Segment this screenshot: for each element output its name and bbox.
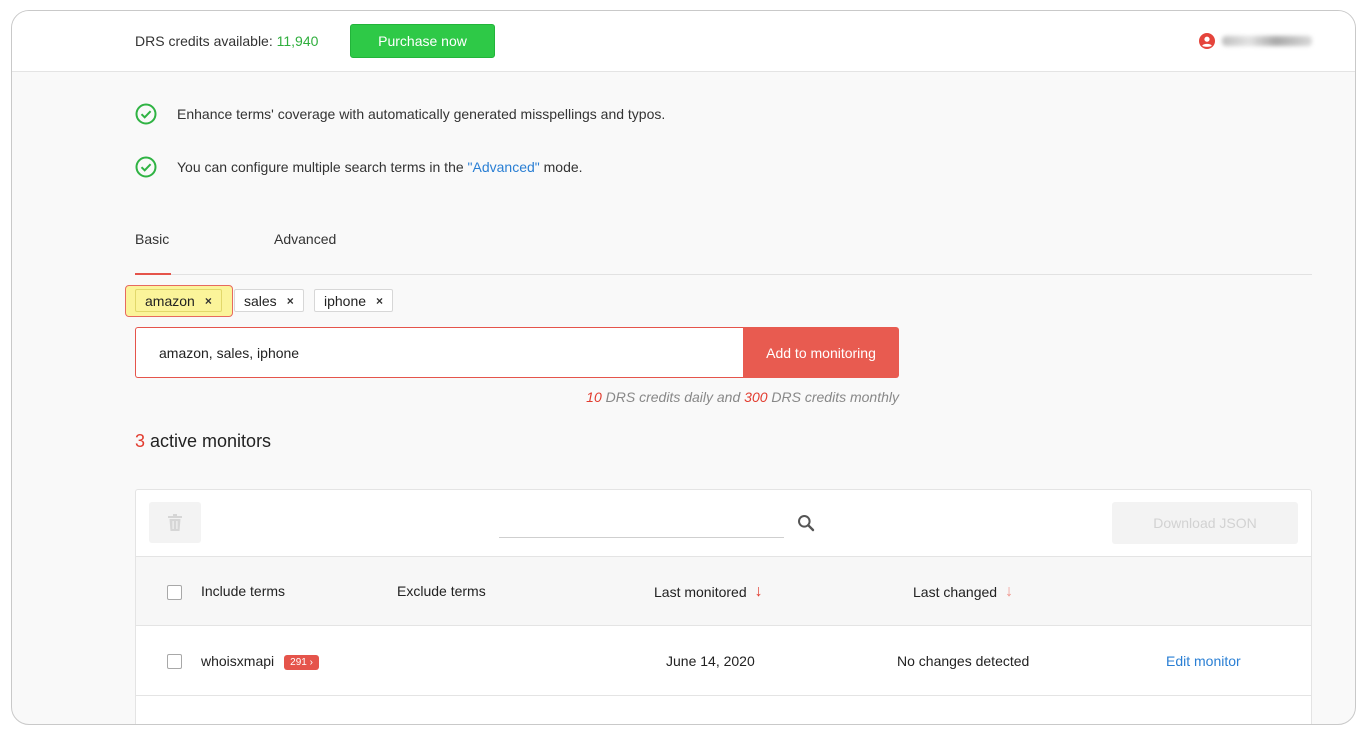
add-to-monitoring-button[interactable]: Add to monitoring — [743, 327, 899, 378]
tab-basic[interactable]: Basic — [135, 231, 171, 275]
row-checkbox[interactable] — [167, 654, 182, 669]
download-json-button[interactable]: Download JSON — [1112, 502, 1298, 544]
user-circle-icon[interactable] — [1199, 33, 1215, 49]
last-changed-cell: No changes detected — [897, 653, 1030, 669]
sort-desc-icon[interactable]: ↓ — [1005, 583, 1013, 601]
monitor-search-input[interactable] — [499, 508, 784, 538]
delete-button[interactable] — [149, 502, 201, 543]
term-chip-sales: sales × — [234, 289, 304, 312]
monitors-table: Download JSON Include terms Exclude term… — [135, 489, 1312, 724]
remove-chip-icon[interactable]: × — [287, 294, 294, 308]
check-circle-icon — [135, 156, 157, 178]
search-terms-input[interactable] — [135, 327, 745, 378]
remove-chip-icon[interactable]: × — [376, 294, 383, 308]
column-exclude-terms: Exclude terms — [397, 583, 486, 599]
edit-monitor-link[interactable]: Edit monitor — [1166, 653, 1241, 669]
credits-value: 11,940 — [276, 33, 319, 49]
term-count-badge[interactable]: 291 › — [284, 655, 319, 670]
include-terms-cell: whoisxmapi 291 › — [201, 653, 319, 670]
table-toolbar: Download JSON — [136, 490, 1311, 557]
trash-icon — [168, 513, 182, 531]
mode-tabs: Basic Advanced — [135, 231, 1312, 275]
active-monitors-heading: 3 active monitors — [135, 431, 272, 451]
column-include-terms: Include terms — [201, 583, 286, 599]
column-last-changed[interactable]: Last changed ↓ — [913, 583, 1013, 601]
chevron-right-icon: › — [309, 657, 313, 668]
purchase-button[interactable]: Purchase now — [350, 24, 495, 58]
term-chip-amazon: amazon × — [135, 289, 222, 312]
sort-desc-icon[interactable]: ↓ — [755, 583, 763, 601]
term-chip-iphone: iphone × — [314, 289, 394, 312]
tip-text: Enhance terms' coverage with automatical… — [177, 106, 666, 122]
monitor-count: 3 — [135, 431, 146, 451]
credits-label: DRS credits available: — [135, 33, 273, 49]
check-circle-icon — [135, 103, 157, 125]
chip-label: iphone — [324, 292, 367, 309]
column-last-monitored[interactable]: Last monitored ↓ — [654, 583, 763, 601]
tip-misspellings: Enhance terms' coverage with automatical… — [135, 103, 665, 125]
last-monitored-cell: June 14, 2020 — [666, 653, 755, 669]
app-window: DRS credits available: 11,940 Purchase n… — [11, 10, 1356, 725]
credits-summary: DRS credits available: 11,940 — [135, 33, 318, 49]
user-name-blurred[interactable] — [1222, 36, 1312, 46]
chip-label: amazon — [145, 292, 195, 309]
table-header: Include terms Exclude terms Last monitor… — [136, 557, 1311, 626]
top-bar: DRS credits available: 11,940 Purchase n… — [12, 11, 1355, 72]
tab-advanced[interactable]: Advanced — [274, 231, 336, 275]
select-all-checkbox[interactable] — [167, 585, 182, 600]
advanced-mode-link[interactable]: "Advanced" — [468, 159, 540, 175]
table-row: whoisxmapi 291 › June 14, 2020 No changes… — [136, 626, 1311, 696]
chip-label: sales — [244, 292, 277, 309]
tip-advanced-mode: You can configure multiple search terms … — [135, 156, 583, 178]
search-icon[interactable] — [797, 514, 815, 532]
remove-chip-icon[interactable]: × — [205, 294, 212, 308]
tip-text: You can configure multiple search terms … — [177, 159, 583, 175]
credits-cost-note: 10 DRS credits daily and 300 DRS credits… — [586, 389, 899, 405]
